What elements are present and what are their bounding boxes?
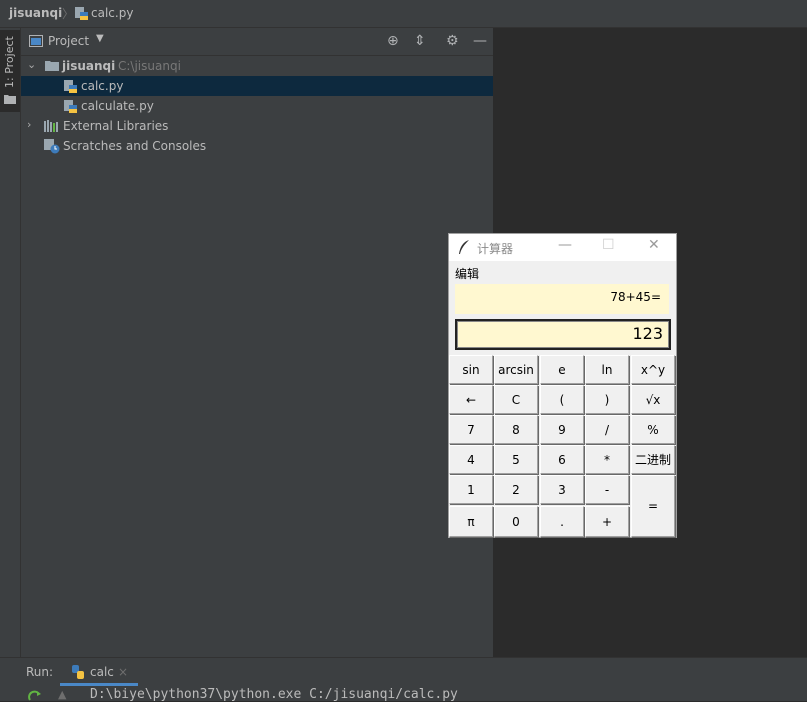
python-icon: [72, 665, 84, 679]
tree-item-scratches[interactable]: Scratches and Consoles: [21, 136, 493, 156]
tool-window-strip: 1: Project: [0, 28, 21, 658]
expression-display: 78+45=: [455, 284, 669, 314]
calculator-titlebar[interactable]: 计算器 — ☐ ✕: [449, 234, 676, 261]
result-display[interactable]: 123: [455, 319, 671, 350]
project-tool-tab[interactable]: 1: Project: [0, 30, 20, 112]
key-6[interactable]: 6: [540, 445, 584, 474]
key-add[interactable]: +: [585, 506, 629, 537]
key-lparen[interactable]: (: [540, 385, 584, 414]
tree-item-jisuanqi[interactable]: ⌄ jisuanqi C:\jisuanqi: [21, 56, 493, 76]
key-clear[interactable]: C: [494, 385, 538, 414]
project-view-icon: [29, 35, 43, 47]
tree-item-path: C:\jisuanqi: [118, 59, 181, 73]
python-file-icon: [75, 7, 88, 20]
library-icon: [44, 120, 58, 132]
python-file-icon: [64, 80, 77, 93]
key-percent[interactable]: %: [631, 415, 675, 444]
key-3[interactable]: 3: [540, 475, 584, 504]
tree-item-label: External Libraries: [63, 119, 169, 133]
calculator-window: 计算器 — ☐ ✕ 编辑 78+45= 123 sin arcsin e ln …: [448, 233, 677, 538]
locate-icon[interactable]: ⊕: [387, 33, 399, 49]
key-divide[interactable]: /: [585, 415, 629, 444]
run-tool-window: Run: calc × ▲ D:\biye\python37\python.ex…: [0, 657, 807, 702]
tree-item-label: calculate.py: [81, 99, 154, 113]
tree-item-label: calc.py: [81, 79, 124, 93]
navigation-breadcrumb: jisuanqi 〉 calc.py: [0, 0, 807, 28]
key-subtract[interactable]: -: [585, 475, 629, 504]
run-label: Run:: [26, 665, 54, 679]
key-8[interactable]: 8: [494, 415, 538, 444]
menu-edit[interactable]: 编辑: [455, 265, 479, 282]
key-1[interactable]: 1: [449, 475, 493, 504]
project-tool-tab-label: 1: Project: [3, 36, 16, 88]
key-ln[interactable]: ln: [585, 355, 629, 384]
project-view-dropdown[interactable]: Project: [48, 34, 89, 48]
folder-icon: [45, 61, 59, 71]
rerun-icon[interactable]: [28, 690, 42, 701]
key-9[interactable]: 9: [540, 415, 584, 444]
key-equals[interactable]: =: [631, 475, 675, 537]
key-multiply[interactable]: *: [585, 445, 629, 474]
key-e[interactable]: e: [540, 355, 584, 384]
python-file-icon: [64, 100, 77, 113]
key-7[interactable]: 7: [449, 415, 493, 444]
breadcrumb-project[interactable]: jisuanqi: [9, 6, 62, 20]
active-tab-indicator: [60, 683, 138, 686]
chevron-right-icon[interactable]: ›: [27, 118, 31, 131]
key-power[interactable]: x^y: [631, 355, 675, 384]
tree-item-external-libraries[interactable]: › External Libraries: [21, 116, 493, 136]
project-panel: Project ▼ ⊕ ⇕ ⚙ — ⌄ jisuanqi C:\jisuanqi…: [21, 28, 493, 658]
close-button[interactable]: ✕: [648, 237, 660, 253]
key-arcsin[interactable]: arcsin: [494, 355, 538, 384]
minimize-button[interactable]: —: [558, 237, 572, 253]
scratches-icon: [44, 139, 60, 154]
key-decimal[interactable]: .: [540, 506, 584, 537]
tree-item-label: Scratches and Consoles: [63, 139, 207, 153]
key-backspace[interactable]: ←: [449, 385, 493, 414]
scroll-up-icon[interactable]: ▲: [58, 688, 66, 701]
key-5[interactable]: 5: [494, 445, 538, 474]
key-sqrt[interactable]: √x: [631, 385, 675, 414]
breadcrumb-separator: 〉: [62, 7, 75, 21]
window-title: 计算器: [477, 242, 514, 256]
minimize-icon[interactable]: —: [473, 33, 487, 49]
run-tab-calc[interactable]: calc: [90, 665, 114, 679]
key-2[interactable]: 2: [494, 475, 538, 504]
collapse-all-icon[interactable]: ⇕: [414, 33, 426, 49]
close-icon[interactable]: ×: [118, 665, 128, 679]
key-0[interactable]: 0: [494, 506, 538, 537]
key-4[interactable]: 4: [449, 445, 493, 474]
chevron-down-icon[interactable]: ▼: [96, 33, 104, 44]
tree-item-calculate-py[interactable]: calculate.py: [21, 96, 493, 116]
key-sin[interactable]: sin: [449, 355, 493, 384]
calculator-menubar: 编辑: [449, 261, 676, 281]
folder-icon: [4, 95, 16, 104]
feather-icon: [459, 240, 469, 254]
chevron-down-icon[interactable]: ⌄: [27, 58, 36, 71]
maximize-button[interactable]: ☐: [602, 237, 615, 253]
breadcrumb-file[interactable]: calc.py: [91, 6, 133, 20]
tree-item-calc-py[interactable]: calc.py: [21, 76, 493, 96]
project-panel-header: Project ▼ ⊕ ⇕ ⚙ —: [21, 28, 493, 56]
key-pi[interactable]: π: [449, 506, 493, 537]
key-binary[interactable]: 二进制: [631, 445, 675, 474]
gear-icon[interactable]: ⚙: [446, 33, 459, 49]
key-rparen[interactable]: ): [585, 385, 629, 414]
tree-item-label: jisuanqi: [62, 59, 116, 73]
